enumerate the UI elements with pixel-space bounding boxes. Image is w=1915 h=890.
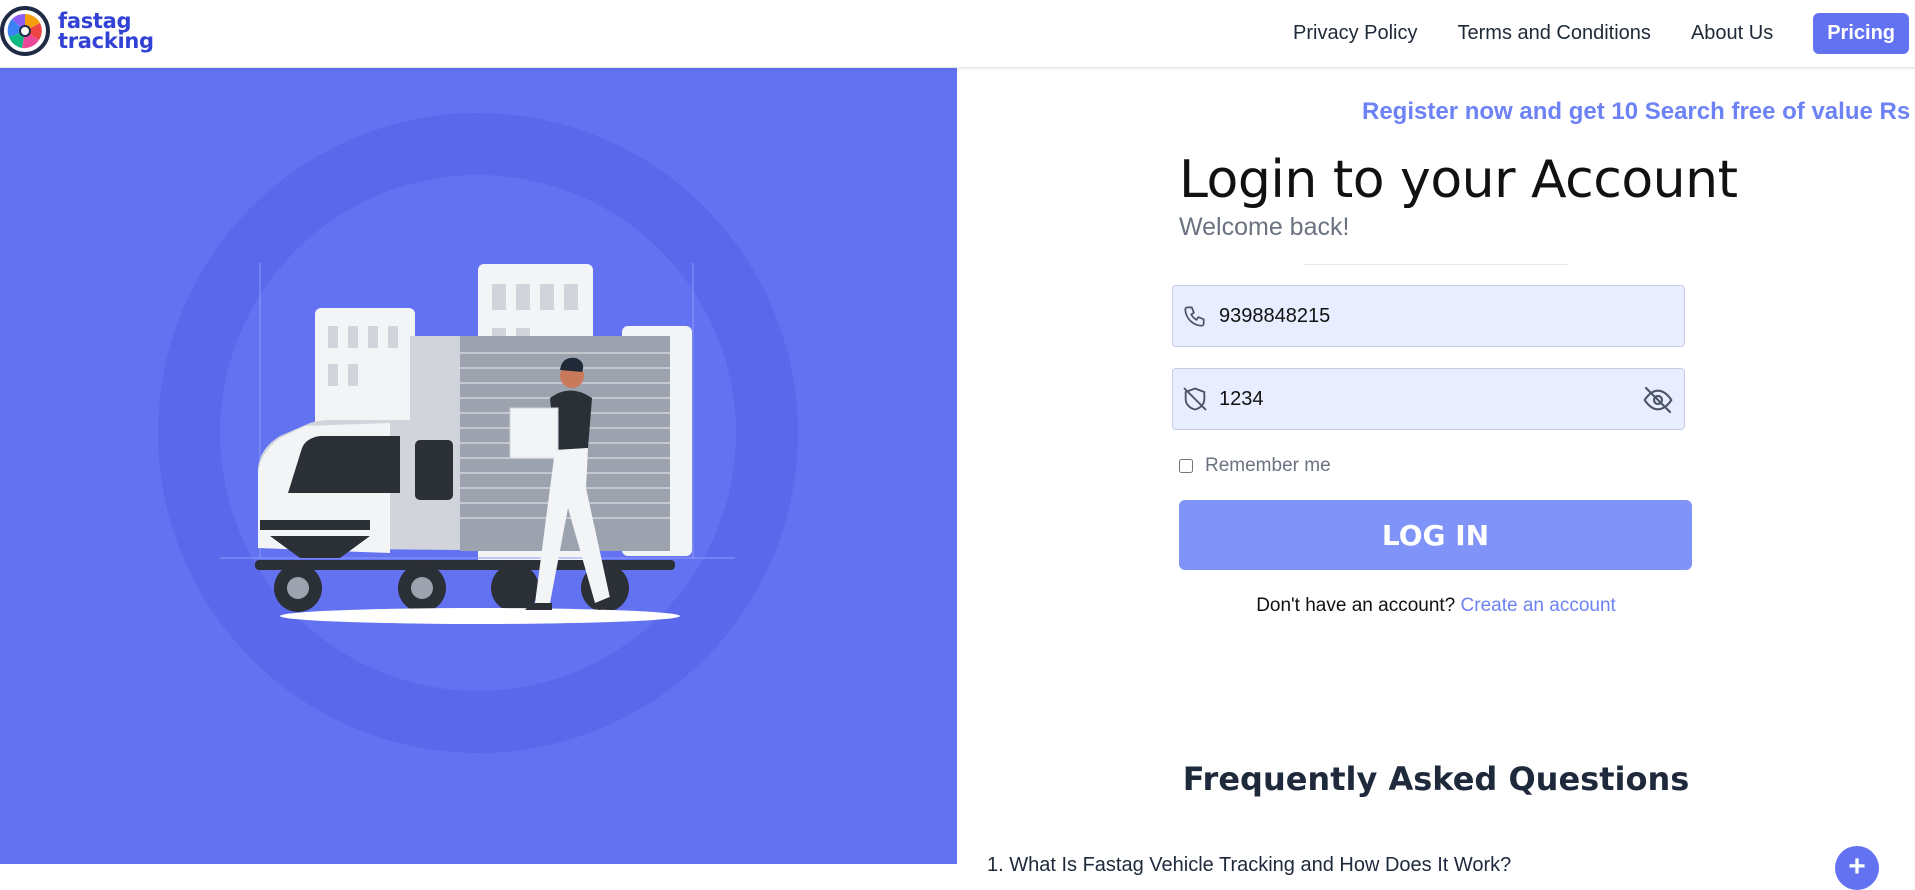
faq-expand-button[interactable]: + <box>1835 846 1879 890</box>
site-header: fastag tracking Privacy Policy Terms and… <box>0 0 1915 68</box>
eye-off-icon[interactable] <box>1642 384 1674 416</box>
top-nav: Privacy Policy Terms and Conditions Abou… <box>1293 0 1915 66</box>
login-button[interactable]: LOG IN <box>1179 500 1692 570</box>
nav-privacy-policy[interactable]: Privacy Policy <box>1293 22 1417 45</box>
no-account-text: Don't have an account? <box>1256 595 1456 616</box>
welcome-subtitle: Welcome back! <box>1179 213 1350 241</box>
logo-text: fastag tracking <box>58 9 154 53</box>
logo-line-2: tracking <box>58 29 154 53</box>
promo-marquee: Register now and get 10 Search free of v… <box>1362 98 1915 125</box>
page-title: Login to your Account <box>1179 150 1738 210</box>
phone-field <box>1172 285 1685 347</box>
phone-input[interactable] <box>1219 304 1619 328</box>
remember-me[interactable]: Remember me <box>1179 455 1331 477</box>
nav-about-us[interactable]: About Us <box>1691 22 1773 45</box>
divider <box>1304 264 1568 265</box>
hero-illustration-panel <box>0 68 957 864</box>
phone-icon <box>1181 302 1209 330</box>
login-panel: Register now and get 10 Search free of v… <box>957 68 1915 890</box>
logo-wheel-icon <box>0 6 50 56</box>
delivery-truck-illustration <box>220 263 735 624</box>
remember-me-label: Remember me <box>1205 455 1331 476</box>
password-field <box>1172 368 1685 430</box>
remember-me-checkbox[interactable] <box>1179 459 1193 473</box>
create-account-link[interactable]: Create an account <box>1461 595 1616 616</box>
nav-terms-conditions[interactable]: Terms and Conditions <box>1458 22 1651 45</box>
signup-prompt: Don't have an account? Create an account <box>957 595 1915 617</box>
faq-question-1[interactable]: 1. What Is Fastag Vehicle Tracking and H… <box>987 854 1511 877</box>
shield-off-icon <box>1181 385 1209 413</box>
faq-title: Frequently Asked Questions <box>1182 760 1690 798</box>
nav-pricing-button[interactable]: Pricing <box>1813 12 1909 54</box>
logo[interactable]: fastag tracking <box>0 6 154 56</box>
password-input[interactable] <box>1219 387 1619 411</box>
logo-line-1: fastag <box>58 9 132 33</box>
